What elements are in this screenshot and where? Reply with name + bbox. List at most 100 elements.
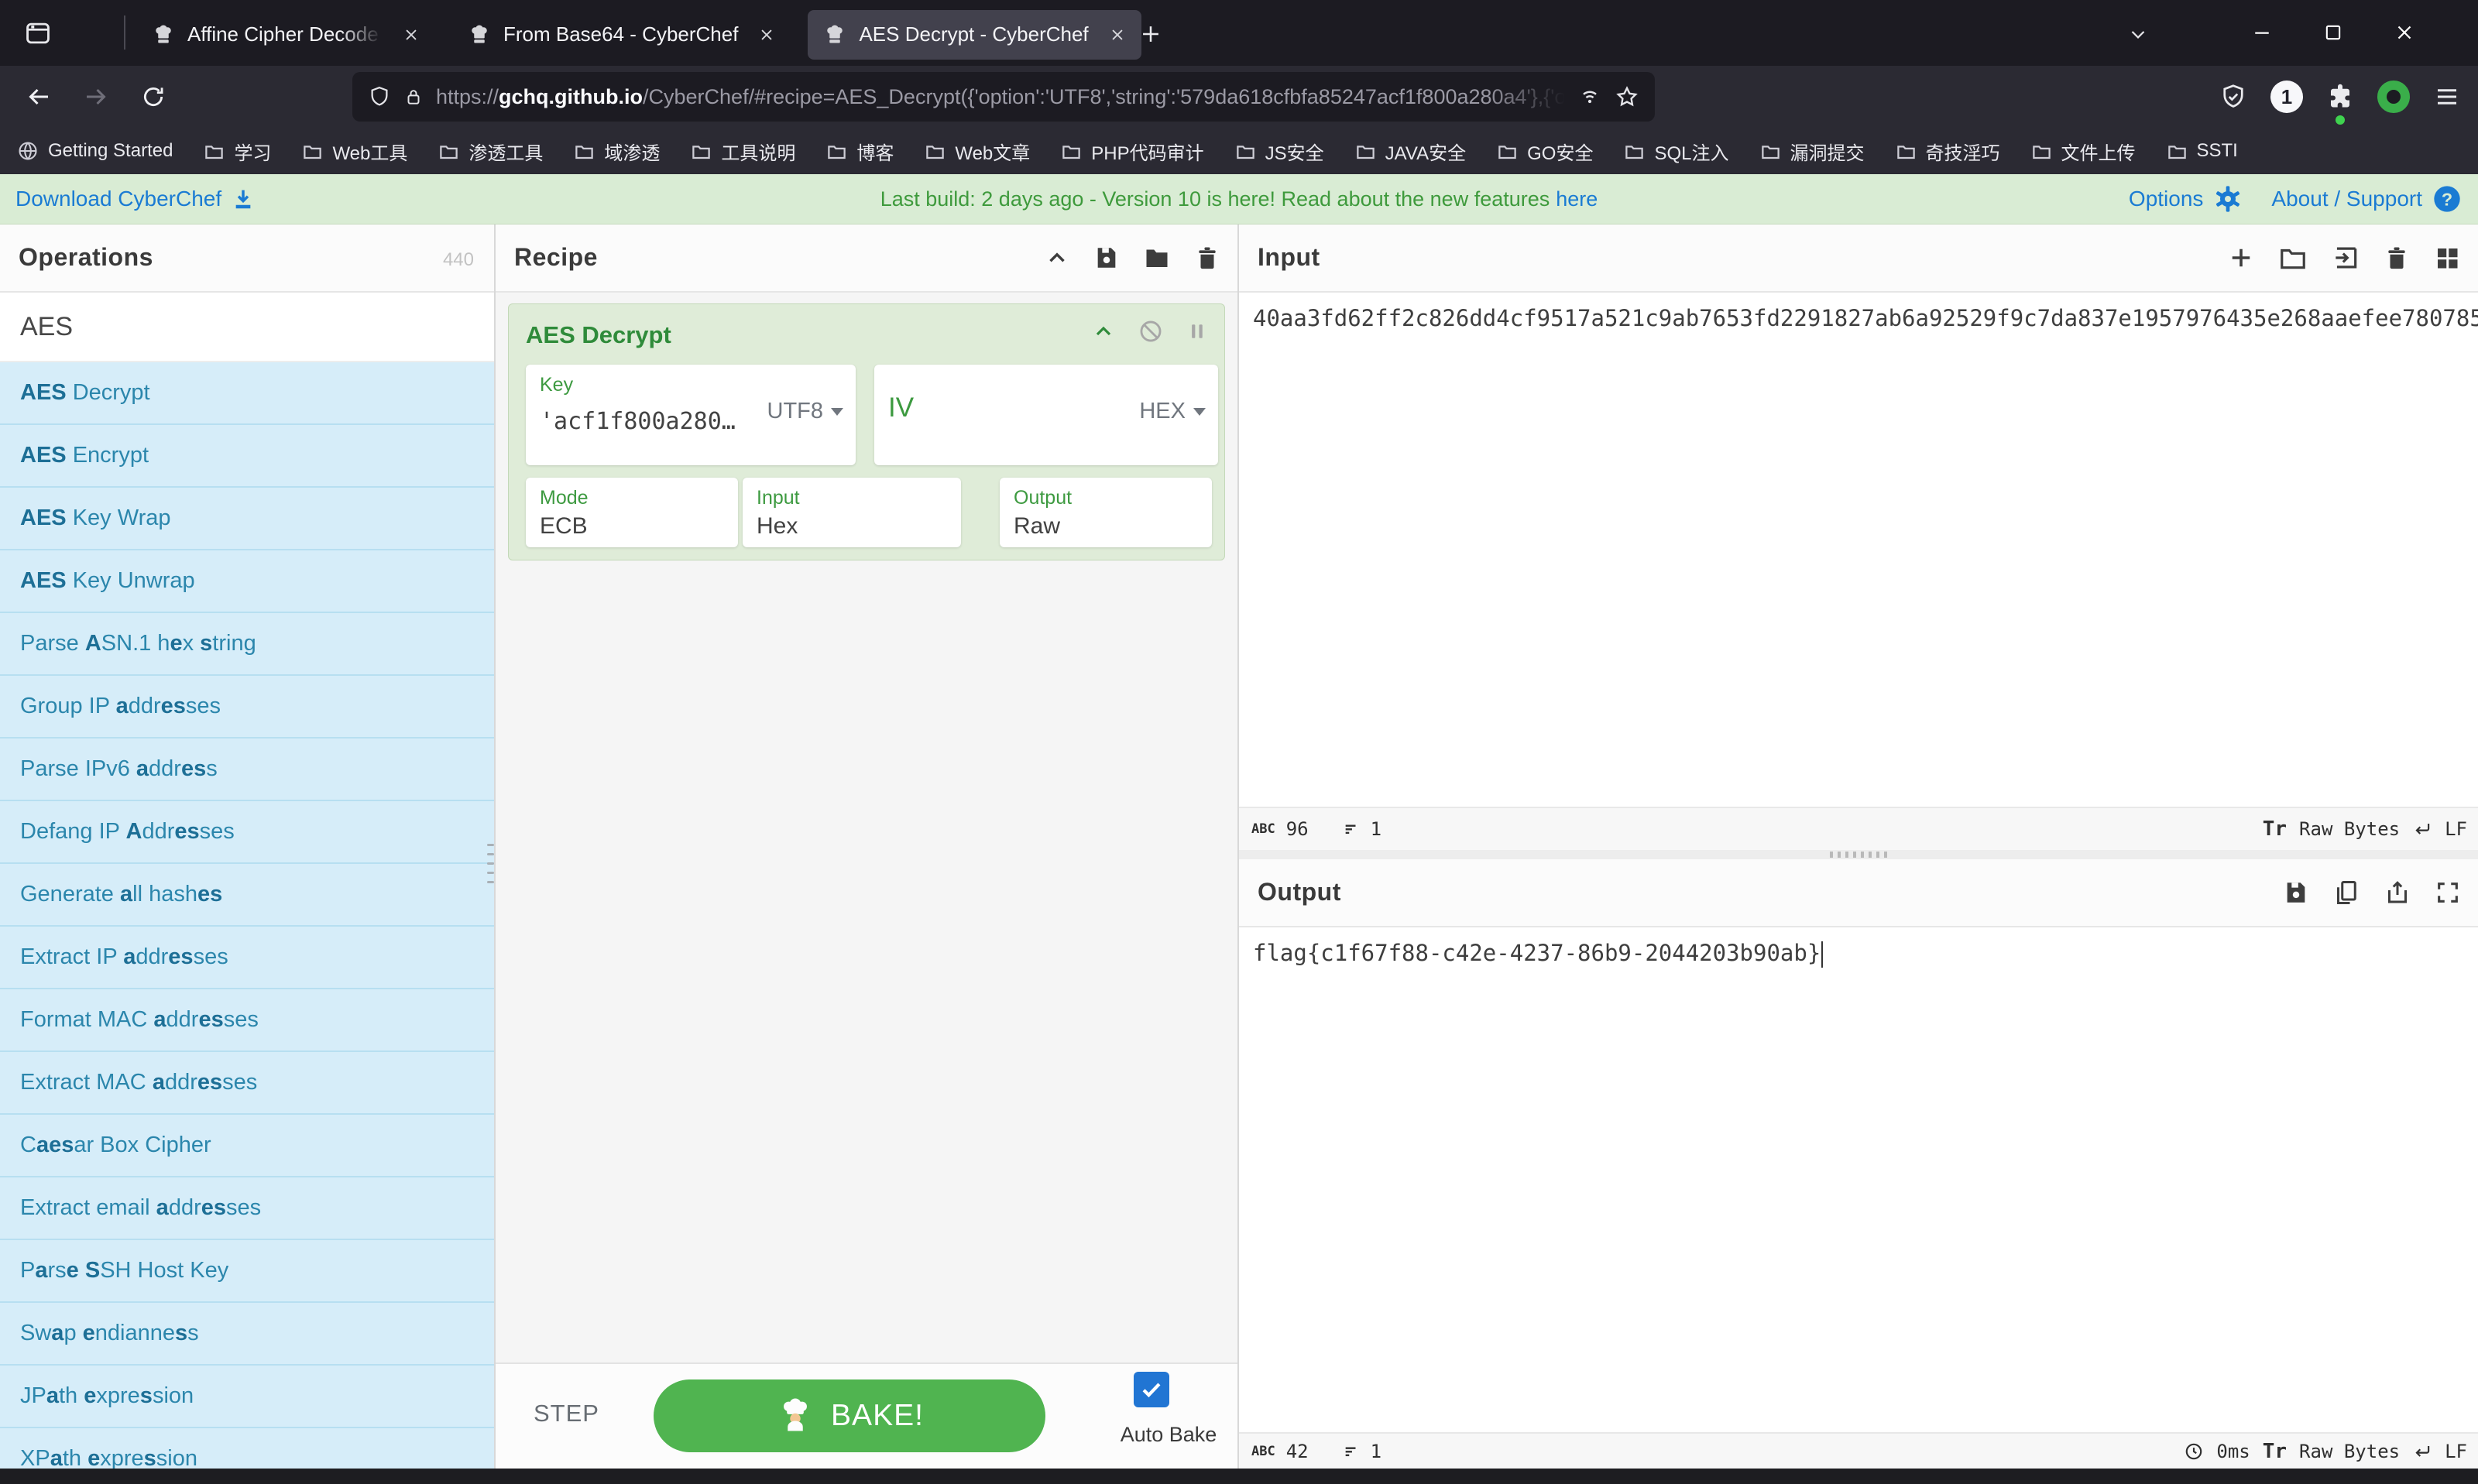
add-input-icon[interactable]	[2227, 244, 2255, 272]
output-type-field[interactable]: Output Raw	[1000, 478, 1212, 547]
operation-item[interactable]: Extract IP addresses	[0, 927, 494, 989]
disable-operation-icon[interactable]	[1138, 318, 1164, 344]
bookmark-item[interactable]: SSTI	[2167, 140, 2238, 162]
tab-list-chevron-button[interactable]	[2118, 17, 2158, 51]
operation-item[interactable]: Parse IPv6 address	[0, 739, 494, 801]
mode-field[interactable]: Mode ECB	[526, 478, 738, 547]
iv-field[interactable]: IV HEX	[874, 365, 1218, 465]
download-cyberchef-link[interactable]: Download CyberChef	[15, 174, 256, 224]
bookmark-item[interactable]: SQL注入	[1624, 138, 1728, 165]
key-value[interactable]: 'acf1f800a280…	[540, 408, 736, 435]
bookmark-item[interactable]: 渗透工具	[438, 138, 543, 165]
save-recipe-icon[interactable]	[1093, 245, 1120, 271]
bookmark-star-icon[interactable]	[1615, 84, 1639, 109]
output-encoding-selector[interactable]: Raw Bytes	[2299, 1441, 2400, 1462]
open-folder-icon[interactable]	[2278, 243, 2308, 272]
browser-tab[interactable]: AES Decrypt - CyberChef	[808, 10, 1141, 60]
operation-item[interactable]: Caesar Box Cipher	[0, 1115, 494, 1177]
mode-value[interactable]: ECB	[540, 513, 588, 540]
operation-item[interactable]: Parse ASN.1 hex string	[0, 613, 494, 676]
reload-icon[interactable]	[135, 80, 172, 114]
panel-splitter-grip[interactable]	[487, 844, 494, 883]
output-eol-selector[interactable]: LF	[2445, 1441, 2467, 1462]
load-recipe-folder-icon[interactable]	[1143, 244, 1171, 272]
back-icon[interactable]	[20, 80, 57, 114]
operation-item[interactable]: Group IP addresses	[0, 676, 494, 739]
url-bar[interactable]: https://gchq.github.io/CyberChef/#recipe…	[352, 72, 1655, 122]
open-file-input-icon[interactable]	[2331, 243, 2360, 272]
bookmark-item[interactable]: 工具说明	[691, 138, 795, 165]
clear-input-trash-icon[interactable]	[2384, 245, 2410, 271]
lock-icon[interactable]	[403, 87, 424, 107]
options-button[interactable]: Options	[2129, 183, 2244, 214]
auto-bake-checkbox[interactable]	[1134, 1372, 1169, 1407]
copy-output-icon[interactable]	[2332, 879, 2360, 907]
bookmark-item[interactable]: 文件上传	[2031, 138, 2136, 165]
tab-close-icon[interactable]	[1109, 26, 1126, 43]
operation-item[interactable]: Swap endianness	[0, 1303, 494, 1366]
reader-view-icon[interactable]	[1577, 84, 1602, 109]
operation-item[interactable]: AES Encrypt	[0, 425, 494, 488]
browser-tab[interactable]: From Base64 - CyberChef	[452, 10, 791, 60]
input-type-field[interactable]: Input Hex	[743, 478, 961, 547]
recipe-operation-aes-decrypt[interactable]: AES Decrypt Key 'acf1f800a280… UTF8 IV H…	[508, 303, 1225, 560]
operation-item[interactable]: Format MAC addresses	[0, 989, 494, 1052]
operation-item[interactable]: Defang IP Addresses	[0, 801, 494, 864]
save-output-icon[interactable]	[2283, 879, 2309, 906]
extensions-puzzle-icon[interactable]	[2326, 83, 2354, 111]
build-notice-link[interactable]: here	[1556, 187, 1598, 211]
iv-type-dropdown[interactable]: HEX	[1139, 399, 1206, 424]
operation-search-input[interactable]	[0, 293, 494, 361]
output-area[interactable]: flag{c1f67f88-c42e-4237-86b9-2044203b90a…	[1239, 927, 2478, 1432]
operation-item[interactable]: Parse SSH Host Key	[0, 1240, 494, 1303]
operation-item[interactable]: AES Key Unwrap	[0, 550, 494, 613]
bookmark-item[interactable]: Web文章	[925, 138, 1030, 165]
io-splitter[interactable]	[1239, 850, 2478, 859]
bake-button[interactable]: BAKE!	[654, 1379, 1045, 1452]
bookmark-item[interactable]: Web工具	[302, 138, 407, 165]
forward-icon[interactable]	[77, 80, 115, 114]
menu-hamburger-icon[interactable]	[2433, 83, 2461, 111]
operation-item[interactable]: JPath expression	[0, 1366, 494, 1428]
operation-item[interactable]: Extract MAC addresses	[0, 1052, 494, 1115]
bookmark-item[interactable]: 域渗透	[574, 138, 660, 165]
replace-input-with-output-icon[interactable]	[2384, 879, 2411, 907]
output-type-value[interactable]: Raw	[1014, 513, 1060, 540]
about-support-button[interactable]: About / Support ?	[2271, 183, 2463, 214]
bookmark-item[interactable]: GO安全	[1497, 138, 1593, 165]
bookmark-item[interactable]: PHP代码审计	[1061, 138, 1203, 165]
input-eol-selector[interactable]: LF	[2445, 818, 2467, 840]
firefox-view-icon[interactable]	[20, 15, 56, 51]
tracking-shield-icon[interactable]	[368, 85, 391, 108]
browser-tab[interactable]: Affine Cipher Decode - Cyber	[136, 10, 435, 60]
operation-item[interactable]: Extract email addresses	[0, 1177, 494, 1240]
key-type-dropdown[interactable]: UTF8	[767, 399, 844, 424]
bookmark-item[interactable]: Getting Started	[17, 140, 173, 162]
maximize-output-icon[interactable]	[2435, 879, 2461, 906]
breakpoint-pause-icon[interactable]	[1186, 320, 1209, 343]
input-tab-layout-icon[interactable]	[2433, 244, 2461, 272]
step-button[interactable]: STEP	[534, 1400, 599, 1427]
input-encoding-selector[interactable]: Raw Bytes	[2299, 818, 2400, 840]
bookmark-item[interactable]: 学习	[204, 138, 271, 165]
tab-close-icon[interactable]	[403, 26, 420, 43]
key-field[interactable]: Key 'acf1f800a280… UTF8	[526, 365, 856, 465]
input-textarea[interactable]: 40aa3fd62ff2c826dd4cf9517a521c9ab7653fd2…	[1239, 293, 2478, 807]
collapse-operation-icon[interactable]	[1091, 319, 1116, 344]
bookmark-item[interactable]: 漏洞提交	[1760, 138, 1865, 165]
operation-item[interactable]: AES Decrypt	[0, 362, 494, 425]
operation-item[interactable]: Generate all hashes	[0, 864, 494, 927]
window-maximize-button[interactable]	[2309, 9, 2357, 56]
collapse-recipe-icon[interactable]	[1044, 245, 1070, 271]
new-tab-button[interactable]	[1132, 15, 1169, 53]
tab-close-icon[interactable]	[758, 26, 775, 43]
shield-check-extension-icon[interactable]	[2219, 83, 2247, 111]
bookmark-item[interactable]: 博客	[826, 138, 894, 165]
bookmark-item[interactable]: 奇技淫巧	[1896, 138, 2000, 165]
bookmark-item[interactable]: JS安全	[1235, 138, 1324, 165]
window-minimize-button[interactable]	[2238, 9, 2286, 56]
account-avatar-icon[interactable]	[2377, 81, 2410, 113]
window-close-button[interactable]	[2380, 9, 2428, 56]
clear-recipe-trash-icon[interactable]	[1194, 245, 1220, 271]
input-type-value[interactable]: Hex	[757, 513, 798, 540]
